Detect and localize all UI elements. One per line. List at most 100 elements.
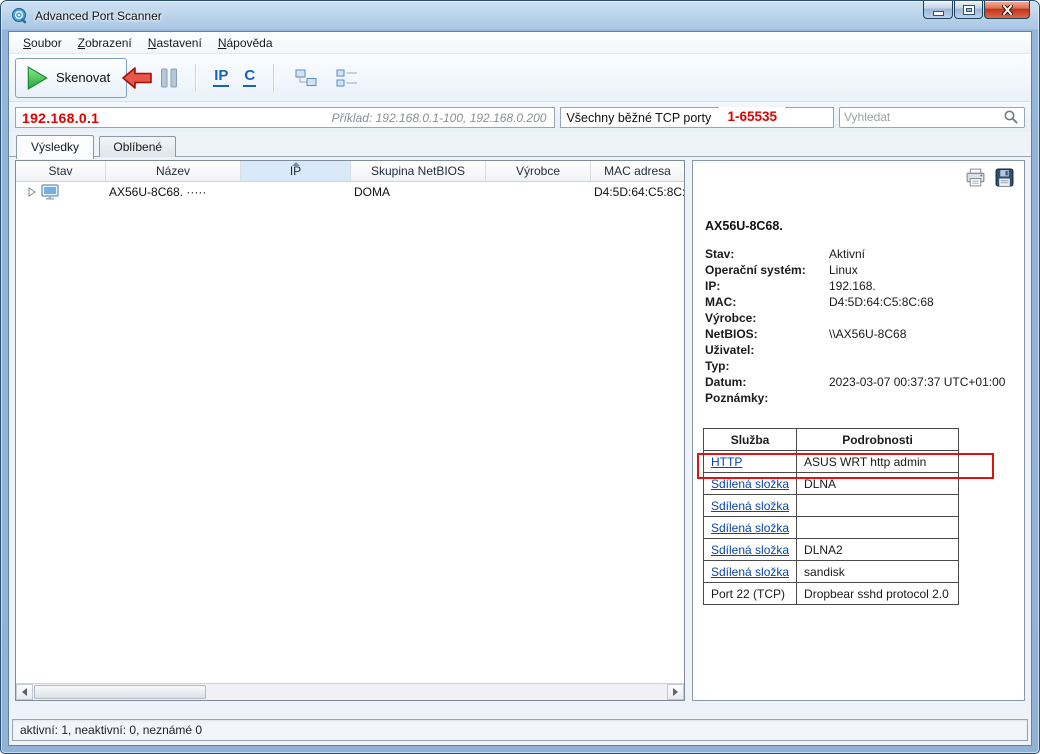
menu-napoveda[interactable]: Nápověda [210, 33, 281, 53]
sort-ascending-icon [292, 162, 300, 166]
field-label: Datum: [705, 374, 829, 390]
show-ip-button[interactable]: IP [206, 63, 236, 92]
service-row-share: Sdílená složka sandisk [704, 561, 959, 583]
ip-range-value: 192.168.0.1 [22, 110, 99, 126]
ports-input[interactable]: Všechny běžné TCP porty 1-65535 [560, 107, 834, 128]
column-header-ip[interactable]: IP [241, 161, 351, 181]
expand-arrow-icon[interactable] [28, 187, 36, 197]
status-field: aktivní: 1, neaktivní: 0, neznámé 0 [12, 719, 1028, 741]
minimize-button[interactable] [923, 1, 953, 19]
menu-zobrazeni[interactable]: Zobrazení [70, 33, 140, 53]
search-input[interactable] [840, 109, 1003, 126]
menu-nastaveni[interactable]: Nastavení [140, 33, 210, 53]
services-header-podrobnosti: Podrobnosti [797, 429, 959, 451]
toolbar: Skenovat IP C [9, 54, 1031, 102]
ports-value: Všechny běžné TCP porty [566, 111, 711, 125]
service-link-share[interactable]: Sdílená složka [711, 521, 789, 535]
expand-all-button[interactable] [288, 64, 325, 92]
print-icon[interactable] [965, 168, 986, 187]
field-label: MAC: [705, 294, 829, 310]
titlebar[interactable]: Advanced Port Scanner [1, 1, 1039, 31]
field-label: Poznámky: [705, 390, 829, 406]
tab-vysledky[interactable]: Výsledky [16, 135, 94, 159]
service-row-share: Sdílená složka DLNA2 [704, 539, 959, 561]
service-link-share[interactable]: Sdílená složka [711, 565, 789, 579]
search-icon[interactable] [1003, 109, 1021, 125]
pause-button[interactable] [153, 62, 185, 94]
c-icon: C [243, 68, 256, 87]
service-row-port22: Port 22 (TCP) Dropbear sshd protocol 2.0 [704, 583, 959, 605]
status-text: aktivní: 1, neaktivní: 0, neznámé 0 [20, 723, 202, 737]
service-row-http: HTTP ASUS WRT http admin [704, 451, 959, 473]
field-label: Uživatel: [705, 342, 829, 358]
menu-soubor[interactable]: Soubor [15, 33, 70, 53]
column-header-netbios[interactable]: Skupina NetBIOS [351, 161, 486, 181]
search-field[interactable] [839, 107, 1025, 128]
services-table: Služba Podrobnosti HTTP ASUS WRT http ad… [703, 428, 959, 605]
ip-range-input[interactable]: 192.168.0.1 Příklad: 192.168.0.1-100, 19… [15, 107, 555, 128]
network-list-icon [336, 69, 359, 87]
scroll-left-button[interactable] [16, 684, 33, 700]
service-link-share[interactable]: Sdílená složka [711, 499, 789, 513]
collapse-all-button[interactable] [329, 64, 366, 92]
column-header-vyrobce[interactable]: Výrobce [486, 161, 591, 181]
scrollbar-thumb[interactable] [34, 685, 206, 699]
client-area: Soubor Zobrazení Nastavení Nápověda Sken… [8, 31, 1032, 746]
service-link-share[interactable]: Sdílená složka [711, 477, 789, 491]
column-header-stav[interactable]: Stav [16, 161, 106, 181]
field-value [829, 390, 1012, 406]
address-bar: 192.168.0.1 Příklad: 192.168.0.1-100, 19… [9, 102, 1031, 132]
service-details: DLNA2 [797, 539, 959, 561]
show-names-button[interactable]: C [236, 63, 263, 92]
network-tree-icon [295, 69, 318, 87]
close-button[interactable] [984, 1, 1030, 19]
scroll-left-icon [22, 688, 27, 696]
tab-oblibene[interactable]: Oblíbené [99, 136, 176, 158]
service-link-share[interactable]: Sdílená složka [711, 543, 789, 557]
column-header-ip-label: IP [290, 164, 301, 178]
scrollbar-track[interactable] [33, 684, 667, 700]
scan-button[interactable]: Skenovat [15, 58, 127, 98]
device-fields: Stav: Aktivní Operační systém: Linux IP:… [705, 246, 1012, 406]
service-link-http[interactable]: HTTP [711, 455, 742, 469]
save-icon[interactable] [995, 168, 1014, 187]
cell-mac: D4:5D:64:C5:8C:68 [591, 185, 684, 199]
menubar: Soubor Zobrazení Nastavení Nápověda [9, 32, 1031, 54]
service-details [797, 495, 959, 517]
results-header: Stav Název IP Skupina NetBIOS Výrobce MA… [16, 161, 684, 182]
toolbar-separator [273, 64, 274, 92]
tab-bar: Výsledky Oblíbené [9, 132, 1031, 157]
cell-netbios-group: DOMA [351, 185, 486, 199]
column-header-nazev[interactable]: Název [106, 161, 241, 181]
field-label: NetBIOS: [705, 326, 829, 342]
cell-name: AX56U-8C68. ····· [106, 185, 241, 199]
services-header-sluzba: Služba [704, 429, 797, 451]
services-section: Služba Podrobnosti HTTP ASUS WRT http ad… [703, 428, 959, 605]
scroll-right-icon [673, 688, 678, 696]
field-value: \\AX56U-8C68 [829, 326, 1012, 342]
ip-icon: IP [213, 68, 229, 87]
service-details: Dropbear sshd protocol 2.0 [797, 583, 959, 605]
red-arrow-annotation [121, 65, 153, 94]
field-value [829, 310, 1012, 326]
maximize-button[interactable] [954, 1, 983, 19]
window-controls [923, 1, 1030, 19]
service-row-share: Sdílená složka DLNA [704, 473, 959, 495]
details-panel: AX56U-8C68. Stav: Aktivní Operační systé… [692, 160, 1025, 701]
maximize-icon [964, 6, 974, 14]
close-icon [1002, 5, 1013, 15]
field-value: D4:5D:64:C5:8C:68 [829, 294, 1012, 310]
pause-icon [160, 67, 178, 89]
main-content: Stav Název IP Skupina NetBIOS Výrobce MA… [9, 157, 1031, 715]
service-row-share: Sdílená složka [704, 495, 959, 517]
service-row-share: Sdílená složka [704, 517, 959, 539]
field-value: 192.168. [829, 278, 1012, 294]
scan-label: Skenovat [56, 70, 110, 85]
column-header-mac[interactable]: MAC adresa [591, 161, 684, 181]
service-name: Port 22 (TCP) [704, 583, 797, 605]
horizontal-scrollbar[interactable] [16, 683, 684, 700]
device-row[interactable]: AX56U-8C68. ····· DOMA D4:5D:64:C5:8C:68 [16, 182, 684, 201]
scroll-right-button[interactable] [667, 684, 684, 700]
field-value: Linux [829, 262, 1012, 278]
status-bar: aktivní: 1, neaktivní: 0, neznámé 0 [9, 715, 1031, 745]
